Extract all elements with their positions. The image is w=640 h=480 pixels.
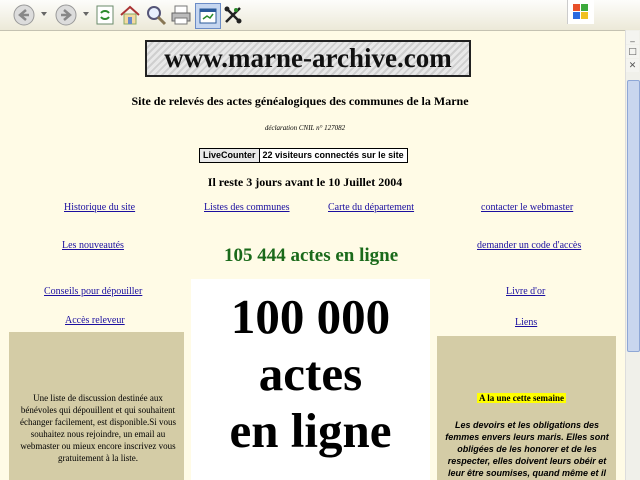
site-logo-text: www.marne-archive.com xyxy=(164,43,452,73)
page-subtitle: Site de relevés des actes généalogiques … xyxy=(131,94,469,108)
print-icon[interactable] xyxy=(169,3,193,27)
news-panel: A la une cette semaine Les devoirs et le… xyxy=(437,336,616,480)
cnil-declaration: déclaration CNIL n° 127082 xyxy=(264,124,346,132)
link-livre-or[interactable]: Livre d'or xyxy=(506,286,545,297)
news-panel-text: Les devoirs et les obligations des femme… xyxy=(445,420,609,478)
scrollbar-thumb[interactable] xyxy=(627,80,640,352)
link-code-acces[interactable]: demander un code d'accès xyxy=(477,240,581,251)
vertical-scrollbar[interactable]: _ □ ✕ xyxy=(625,30,640,480)
live-counter[interactable]: LiveCounter 22 visiteurs connectés sur l… xyxy=(199,148,408,163)
site-logo: www.marne-archive.com xyxy=(145,40,471,77)
link-contact-webmaster[interactable]: contacter le webmaster xyxy=(481,202,573,213)
refresh-icon[interactable] xyxy=(93,3,117,27)
link-listes-communes[interactable]: Listes des communes xyxy=(204,202,290,213)
minimize-icon[interactable]: _ xyxy=(626,31,639,44)
discussion-list-text: Une liste de discussion destinée aux bén… xyxy=(20,393,176,463)
close-icon[interactable]: ✕ xyxy=(626,59,639,72)
window-icon[interactable] xyxy=(195,3,221,29)
tools-icon[interactable] xyxy=(221,3,245,27)
banner-line-3: en ligne xyxy=(229,403,392,458)
search-icon[interactable] xyxy=(144,3,168,27)
windows-logo-icon xyxy=(567,0,594,24)
live-counter-label: LiveCounter xyxy=(200,149,260,162)
browser-toolbar xyxy=(0,0,640,31)
forward-icon[interactable] xyxy=(54,3,78,27)
banner-line-1: 100 000 xyxy=(230,289,391,344)
actes-count-headline: 105 444 actes en ligne xyxy=(224,245,399,266)
banner-box: 100 000 actes en ligne xyxy=(191,279,430,480)
forward-dropdown-icon[interactable] xyxy=(83,12,89,16)
link-historique[interactable]: Historique du site xyxy=(64,202,135,213)
link-nouveautes[interactable]: Les nouveautés xyxy=(62,240,124,251)
countdown-text: Il reste 3 jours avant le 10 Juillet 200… xyxy=(207,175,403,189)
link-liens[interactable]: Liens xyxy=(515,317,537,328)
live-counter-text: 22 visiteurs connectés sur le site xyxy=(262,150,404,160)
maximize-icon[interactable]: □ xyxy=(626,45,639,58)
banner-text: 100 000 actes en ligne xyxy=(191,279,430,459)
discussion-list-panel: Une liste de discussion destinée aux bén… xyxy=(9,332,184,480)
back-dropdown-icon[interactable] xyxy=(41,12,47,16)
link-carte-departement[interactable]: Carte du département xyxy=(328,202,414,213)
home-icon[interactable] xyxy=(118,3,142,27)
link-conseils[interactable]: Conseils pour dépouiller xyxy=(44,286,142,297)
banner-line-2: actes xyxy=(258,346,363,401)
news-panel-title: A la une cette semaine xyxy=(477,393,566,403)
link-acces-releveur[interactable]: Accès releveur xyxy=(65,315,125,326)
page-content: www.marne-archive.com Site de relevés de… xyxy=(0,31,626,480)
back-icon[interactable] xyxy=(12,3,36,27)
